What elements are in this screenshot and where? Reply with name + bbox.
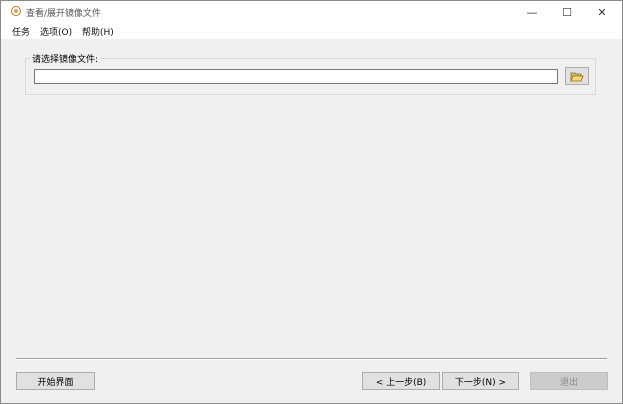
browse-button[interactable] — [565, 67, 589, 85]
menu-bar: 任务 选项(O) 帮助(H) — [1, 23, 622, 39]
app-disc-icon — [11, 6, 21, 16]
footer-separator — [16, 358, 607, 360]
title-bar: 查看/展开镜像文件 — ☐ ✕ — [1, 1, 622, 23]
app-window: 查看/展开镜像文件 — ☐ ✕ 任务 选项(O) 帮助(H) 请选择镜像文件: … — [0, 0, 623, 404]
start-screen-button[interactable]: 开始界面 — [16, 372, 95, 390]
folder-open-icon — [570, 72, 584, 81]
maximize-button[interactable]: ☐ — [549, 1, 585, 23]
close-button[interactable]: ✕ — [584, 1, 620, 23]
previous-step-button[interactable]: < 上一步(B) — [362, 372, 440, 390]
image-path-input[interactable] — [34, 69, 558, 84]
window-title: 查看/展开镜像文件 — [26, 9, 102, 19]
menu-options[interactable]: 选项(O) — [40, 25, 72, 38]
exit-button[interactable]: 退出 — [530, 372, 608, 390]
next-step-button[interactable]: 下一步(N) > — [442, 372, 519, 390]
menu-help[interactable]: 帮助(H) — [82, 25, 114, 38]
menu-task[interactable]: 任务 — [12, 25, 30, 38]
minimize-button[interactable]: — — [514, 1, 550, 23]
group-label: 请选择镜像文件: — [30, 52, 101, 65]
